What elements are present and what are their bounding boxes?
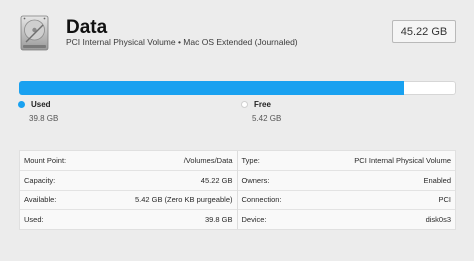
info-row-type: Type: PCI Internal Physical Volume — [237, 151, 455, 171]
info-value: Enabled — [423, 175, 451, 185]
info-value: /Volumes/Data — [183, 155, 233, 165]
info-row-connection: Connection: PCI — [237, 191, 455, 211]
info-row-mount-point: Mount Point: /Volumes/Data — [20, 151, 237, 171]
info-row-available: Available: 5.42 GB (Zero KB purgeable) — [20, 191, 237, 211]
free-color-dot — [241, 101, 248, 108]
info-key: Mount Point: — [24, 155, 67, 165]
info-key: Owners: — [241, 175, 270, 185]
usage-bar — [19, 81, 456, 95]
info-panel: Mount Point: /Volumes/Data Capacity: 45.… — [19, 150, 456, 230]
info-key: Available: — [24, 195, 57, 205]
legend-used: Used 39.8 GB — [18, 100, 58, 123]
info-value: disk0s3 — [425, 215, 451, 225]
legend-free-value: 5.42 GB — [252, 114, 282, 123]
info-value: PCI — [438, 195, 451, 205]
info-row-capacity: Capacity: 45.22 GB — [20, 171, 237, 191]
info-value: 45.22 GB — [200, 175, 233, 185]
hard-disk-icon — [17, 15, 53, 51]
info-key: Capacity: — [24, 175, 56, 185]
info-key: Device: — [241, 215, 267, 225]
info-value: PCI Internal Physical Volume — [354, 155, 451, 165]
usage-bar-used-fill — [19, 81, 404, 95]
info-key: Used: — [24, 215, 44, 225]
legend-free-label: Free — [254, 100, 271, 109]
info-row-owners: Owners: Enabled — [237, 171, 455, 191]
info-row-used: Used: 39.8 GB — [20, 210, 237, 229]
legend-used-value: 39.8 GB — [29, 114, 59, 123]
legend-free: Free 5.42 GB — [241, 100, 281, 123]
info-key: Connection: — [241, 195, 282, 205]
volume-description: PCI Internal Physical Volume • Mac OS Ex… — [66, 37, 298, 47]
info-column-right: Type: PCI Internal Physical Volume Owner… — [237, 151, 456, 229]
info-value: 5.42 GB (Zero KB purgeable) — [134, 195, 233, 205]
info-row-device: Device: disk0s3 — [238, 210, 456, 229]
used-color-dot — [18, 101, 25, 108]
volume-name: Data — [66, 17, 108, 38]
info-value: 39.8 GB — [204, 215, 233, 225]
volume-size-badge: 45.22 GB — [392, 20, 456, 43]
info-key: Type: — [241, 155, 260, 165]
legend-used-label: Used — [31, 100, 51, 109]
info-column-left: Mount Point: /Volumes/Data Capacity: 45.… — [20, 151, 238, 229]
